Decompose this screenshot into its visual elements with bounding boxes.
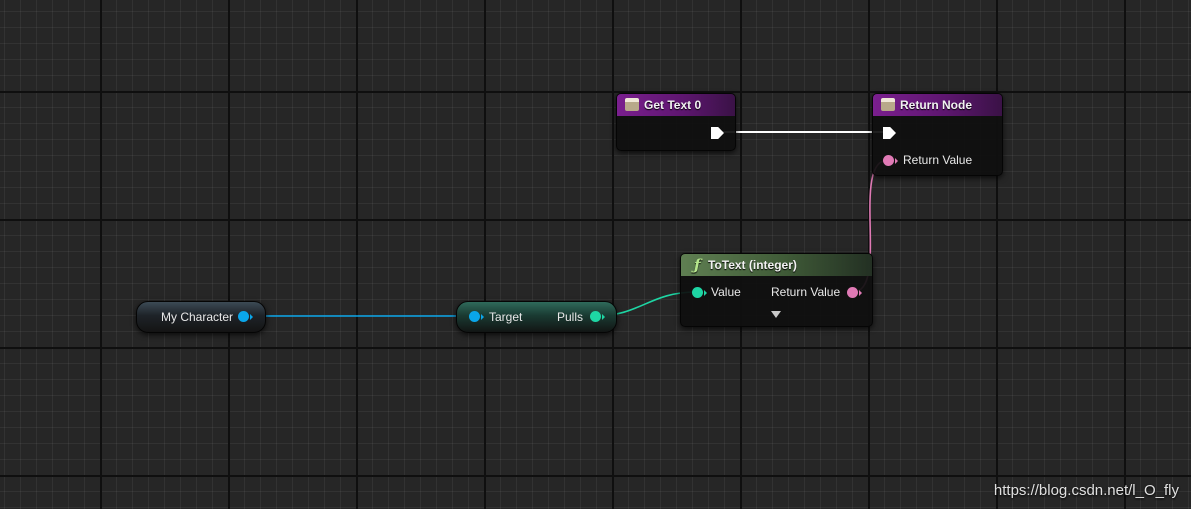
pulls-output-pin[interactable] <box>590 311 601 322</box>
return-value-output-label: Return Value <box>771 285 841 299</box>
pin-arrow-icon <box>704 290 707 296</box>
target-label: Target <box>489 310 523 324</box>
wire-layer <box>244 131 889 317</box>
function-icon: ƒ <box>694 256 701 274</box>
target-input-pin[interactable] <box>469 311 480 322</box>
return-node-header[interactable]: Return Node <box>873 94 1002 116</box>
get-text-node-title: Get Text 0 <box>644 98 702 112</box>
get-text-node[interactable]: Get Text 0 <box>616 93 736 151</box>
exec-in-pin[interactable] <box>883 127 896 139</box>
pulls-node[interactable]: Target Pulls <box>456 301 617 333</box>
pin-arrow-icon <box>250 314 253 320</box>
event-icon <box>881 98 895 111</box>
my-character-label: My Character <box>161 310 234 324</box>
return-value-output-pin[interactable] <box>847 287 858 298</box>
exec-out-pin[interactable] <box>711 127 724 139</box>
return-value-label: Return Value <box>903 153 973 167</box>
pin-arrow-icon <box>602 314 605 320</box>
get-text-node-header[interactable]: Get Text 0 <box>617 94 735 116</box>
pin-arrow-icon <box>481 314 484 320</box>
watermark: https://blog.csdn.net/l_O_fly <box>993 482 1179 499</box>
return-node[interactable]: Return Node Return Value <box>872 93 1003 176</box>
my-character-node[interactable]: My Character <box>136 301 266 333</box>
value-input-label: Value <box>711 285 741 299</box>
pin-arrow-icon <box>895 158 898 164</box>
to-text-node[interactable]: ƒ ToText (integer) Value Return Value <box>680 253 873 327</box>
pulls-label: Pulls <box>557 310 584 324</box>
to-text-node-header[interactable]: ƒ ToText (integer) <box>681 254 872 276</box>
value-input-pin[interactable] <box>692 287 703 298</box>
my-character-output-pin[interactable] <box>238 311 249 322</box>
return-value-pin[interactable] <box>883 155 894 166</box>
event-icon <box>625 98 639 111</box>
pin-arrow-icon <box>859 290 862 296</box>
expand-arrow-icon[interactable] <box>771 311 781 318</box>
return-node-title: Return Node <box>900 98 972 112</box>
to-text-node-title: ToText (integer) <box>708 258 797 272</box>
